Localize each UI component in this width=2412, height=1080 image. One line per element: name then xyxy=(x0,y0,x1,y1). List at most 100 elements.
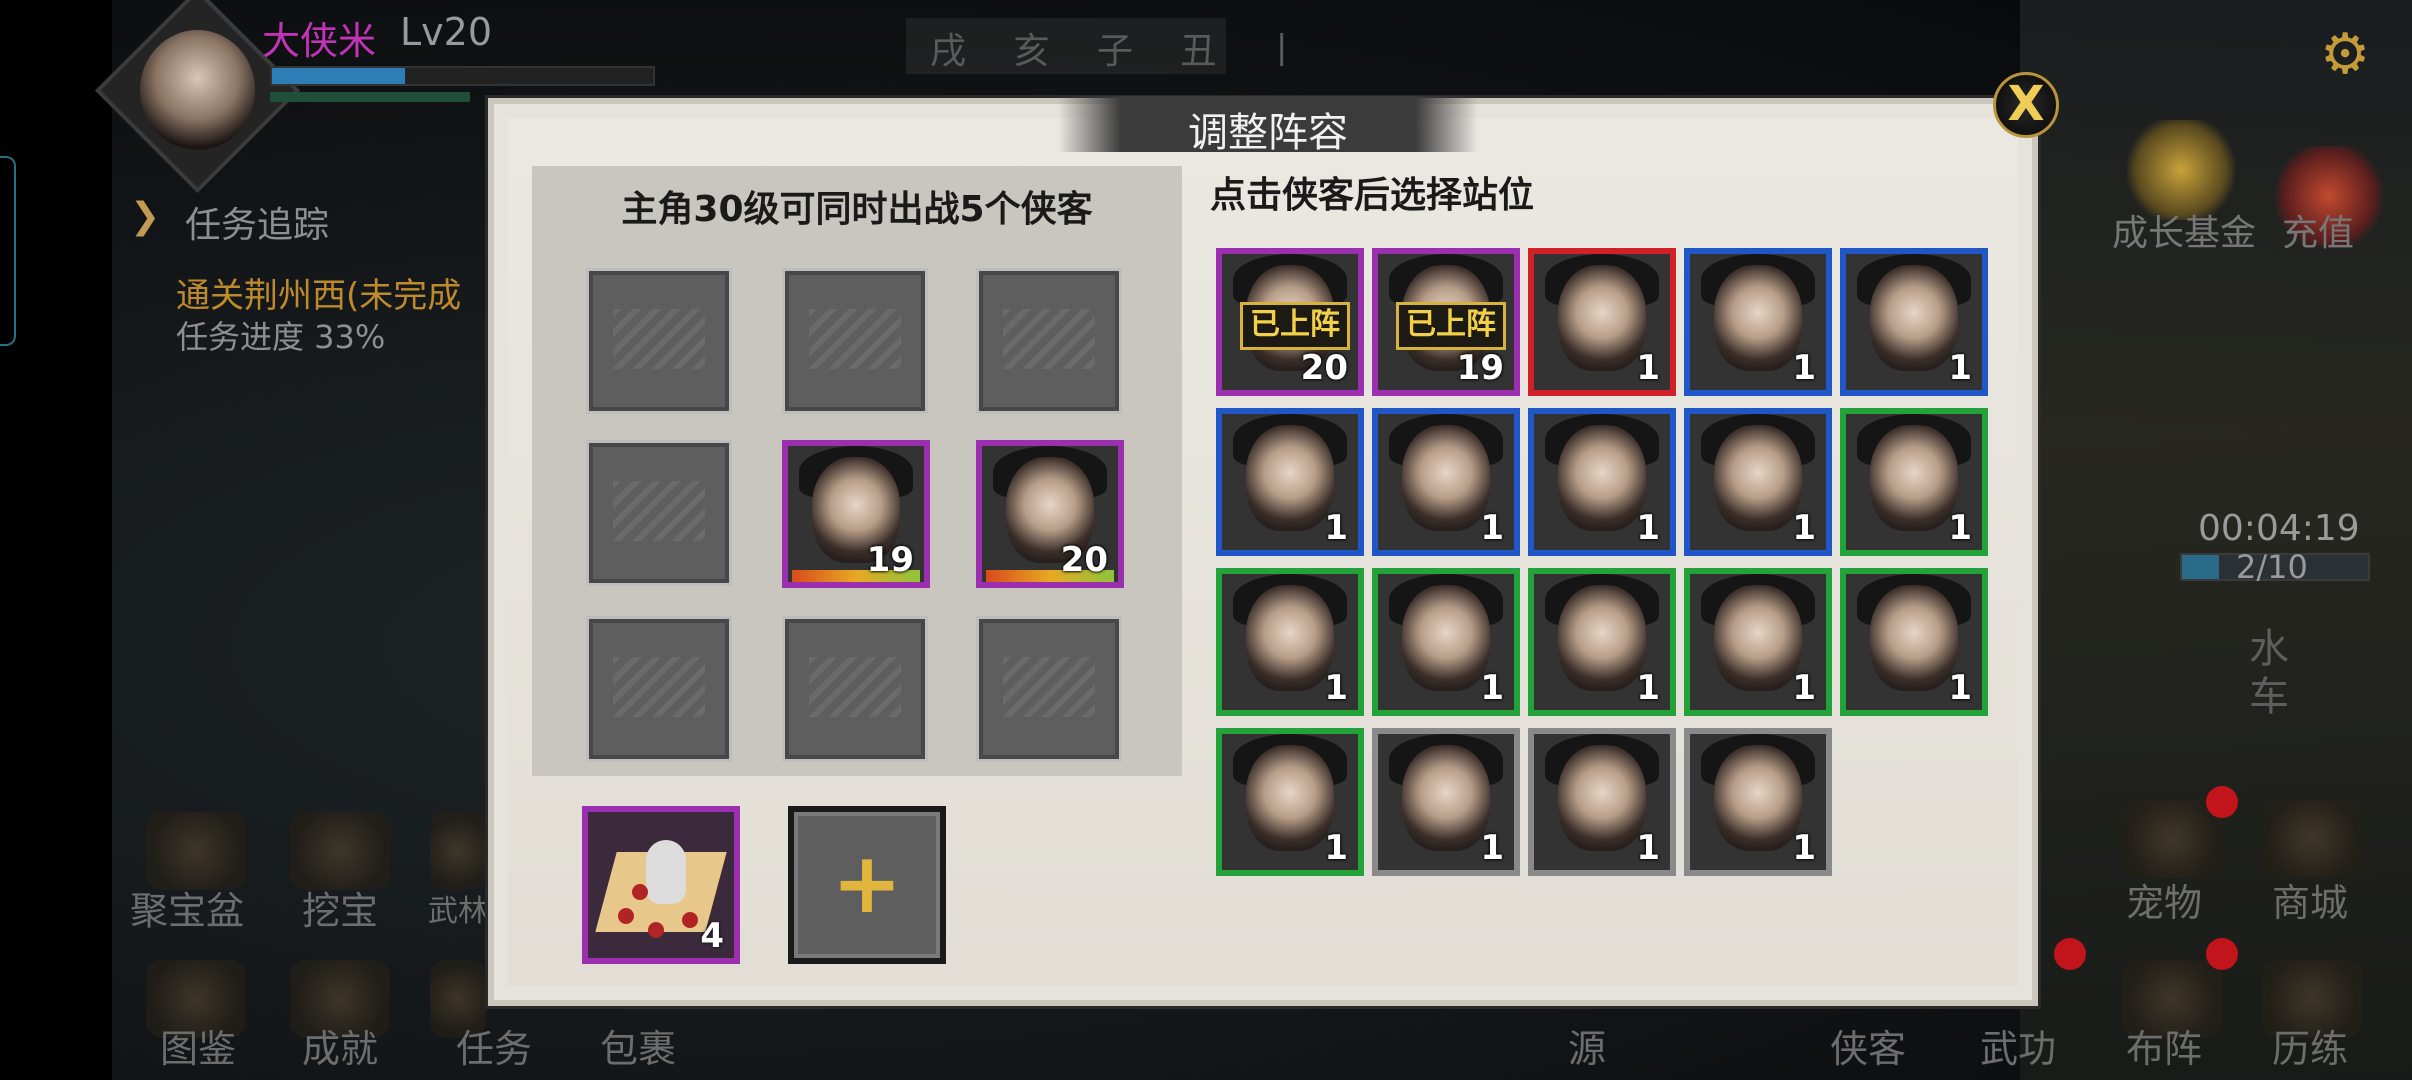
pill-icon xyxy=(632,884,648,900)
deployed-badge: 已上阵 xyxy=(1396,302,1506,350)
formation-empty-slot[interactable] xyxy=(976,268,1122,414)
treasure-bowl-button[interactable]: 聚宝盆 xyxy=(130,880,244,935)
codex-button[interactable]: 图鉴 xyxy=(160,1018,236,1073)
hero-level: 1 xyxy=(1480,668,1504,708)
hero-portrait xyxy=(1714,264,1802,371)
shop-button[interactable]: 商城 xyxy=(2272,872,2348,927)
pet-button[interactable]: 宠物 xyxy=(2126,872,2202,927)
player-name: 大侠米 xyxy=(262,19,377,63)
roster-hero-card[interactable]: 1 xyxy=(1840,568,1988,716)
martial-arts-button[interactable]: 武功 xyxy=(1980,1018,2056,1073)
roster-hero-card[interactable]: 已上阵 19 xyxy=(1372,248,1520,396)
side-drawer-tab[interactable] xyxy=(0,156,16,346)
roster-hero-card[interactable]: 1 xyxy=(1372,408,1520,556)
formation-button[interactable]: 布阵 xyxy=(2126,1018,2202,1073)
roster-hero-card[interactable]: 1 xyxy=(1684,728,1832,876)
hero-level: 1 xyxy=(1636,348,1660,388)
roster-hero-card[interactable]: 1 xyxy=(1840,248,1988,396)
item-slot[interactable]: 4 xyxy=(582,806,740,964)
roster-hero-card[interactable]: 1 xyxy=(1528,568,1676,716)
formation-hero-slot[interactable]: 20 xyxy=(976,440,1124,588)
hero-portrait xyxy=(1870,584,1958,691)
roster-hero-card[interactable]: 1 xyxy=(1684,568,1832,716)
formation-hero-slot[interactable]: 19 xyxy=(782,440,930,588)
hero-level: 1 xyxy=(1792,348,1816,388)
pill-icon xyxy=(618,908,634,924)
task-button[interactable]: 任务 xyxy=(456,1018,532,1073)
hero-portrait xyxy=(1402,584,1490,691)
event-timer: 00:04:19 xyxy=(2198,508,2360,549)
roster-hero-card[interactable]: 1 xyxy=(1684,248,1832,396)
pet-icon[interactable] xyxy=(2122,800,2222,878)
hero-portrait xyxy=(1246,744,1334,851)
achievement-button[interactable]: 成就 xyxy=(302,1018,378,1073)
hero-level: 1 xyxy=(1480,508,1504,548)
close-icon[interactable]: X xyxy=(1993,72,2059,138)
formation-empty-slot[interactable] xyxy=(976,616,1122,762)
roster-hero-card[interactable]: 已上阵 20 xyxy=(1216,248,1364,396)
hero-level: 19 xyxy=(1456,348,1504,388)
hero-portrait xyxy=(1402,744,1490,851)
hero-level: 1 xyxy=(1636,668,1660,708)
hero-level: 1 xyxy=(1324,668,1348,708)
roster-hero-card[interactable]: 1 xyxy=(1216,728,1364,876)
martial-world-button[interactable]: 武林 xyxy=(428,886,488,930)
hero-level: 1 xyxy=(1636,508,1660,548)
formation-empty-slot[interactable] xyxy=(782,616,928,762)
growth-fund-button[interactable]: 成长基金 xyxy=(2112,204,2256,256)
dig-treasure-button[interactable]: 挖宝 xyxy=(302,880,378,935)
roster-hero-card[interactable]: 1 xyxy=(1216,408,1364,556)
pick-hint: 点击侠客后选择站位 xyxy=(1210,175,1535,216)
bag-button[interactable]: 包裹 xyxy=(600,1018,676,1073)
quest-tracker-title[interactable]: 任务追踪 xyxy=(185,196,329,248)
hero-portrait xyxy=(1714,424,1802,531)
hero-portrait xyxy=(1558,744,1646,851)
dialog-title: 调整阵容 xyxy=(1188,110,1348,156)
formation-empty-slot[interactable] xyxy=(782,268,928,414)
formation-empty-slot[interactable] xyxy=(586,268,732,414)
hero-level: 1 xyxy=(1948,348,1972,388)
add-item-button[interactable]: + xyxy=(788,806,946,964)
roster-hero-card[interactable]: 1 xyxy=(1528,408,1676,556)
pet-notification-dot xyxy=(2206,786,2238,818)
roster-hero-card[interactable]: 1 xyxy=(1216,568,1364,716)
gear-icon[interactable]: ⚙ xyxy=(2320,22,2370,87)
hero-level: 20 xyxy=(1060,540,1108,580)
hero-portrait xyxy=(1246,584,1334,691)
roster-hero-card[interactable]: 1 xyxy=(1528,728,1676,876)
player-level: Lv20 xyxy=(400,10,493,54)
exp-bar xyxy=(270,66,655,86)
player-avatar[interactable] xyxy=(140,30,255,150)
formation-notification-dot xyxy=(2206,938,2238,970)
roster-hero-card[interactable]: 1 xyxy=(1372,568,1520,716)
hero-button[interactable]: 侠客 xyxy=(1830,1018,1906,1073)
treasure-bowl-icon[interactable] xyxy=(146,812,246,890)
formation-empty-slot[interactable] xyxy=(586,616,732,762)
roster-hero-card[interactable]: 1 xyxy=(1528,248,1676,396)
roster-hero-card[interactable]: 1 xyxy=(1372,728,1520,876)
hero-portrait xyxy=(1870,424,1958,531)
roster-hero-card[interactable]: 1 xyxy=(1840,408,1988,556)
chevron-right-icon[interactable]: ❯ xyxy=(130,196,160,237)
source-button[interactable]: 源 xyxy=(1568,1018,1606,1073)
hero-portrait xyxy=(1558,424,1646,531)
hero-level: 1 xyxy=(1792,508,1816,548)
shop-icon[interactable] xyxy=(2262,800,2362,878)
formation-empty-slot[interactable] xyxy=(586,440,732,586)
quest-name[interactable]: 通关荆州西(未完成 xyxy=(176,268,461,317)
hero-level: 1 xyxy=(1480,828,1504,868)
deployed-badge: 已上阵 xyxy=(1240,302,1350,350)
hero-portrait xyxy=(1558,264,1646,371)
roster-hero-card[interactable]: 1 xyxy=(1684,408,1832,556)
martial-world-icon[interactable] xyxy=(430,812,486,890)
quest-progress: 任务进度 33% xyxy=(176,318,386,356)
recharge-button[interactable]: 充值 xyxy=(2282,204,2354,256)
waterwheel-label[interactable]: 水车 xyxy=(2244,625,2294,721)
dig-treasure-icon[interactable] xyxy=(290,812,390,890)
pill-icon xyxy=(648,922,664,938)
stamina-bar xyxy=(270,92,470,102)
hero-level: 1 xyxy=(1636,828,1660,868)
screen-edge xyxy=(0,0,112,1080)
item-count: 4 xyxy=(700,916,724,956)
training-button[interactable]: 历练 xyxy=(2272,1018,2348,1073)
